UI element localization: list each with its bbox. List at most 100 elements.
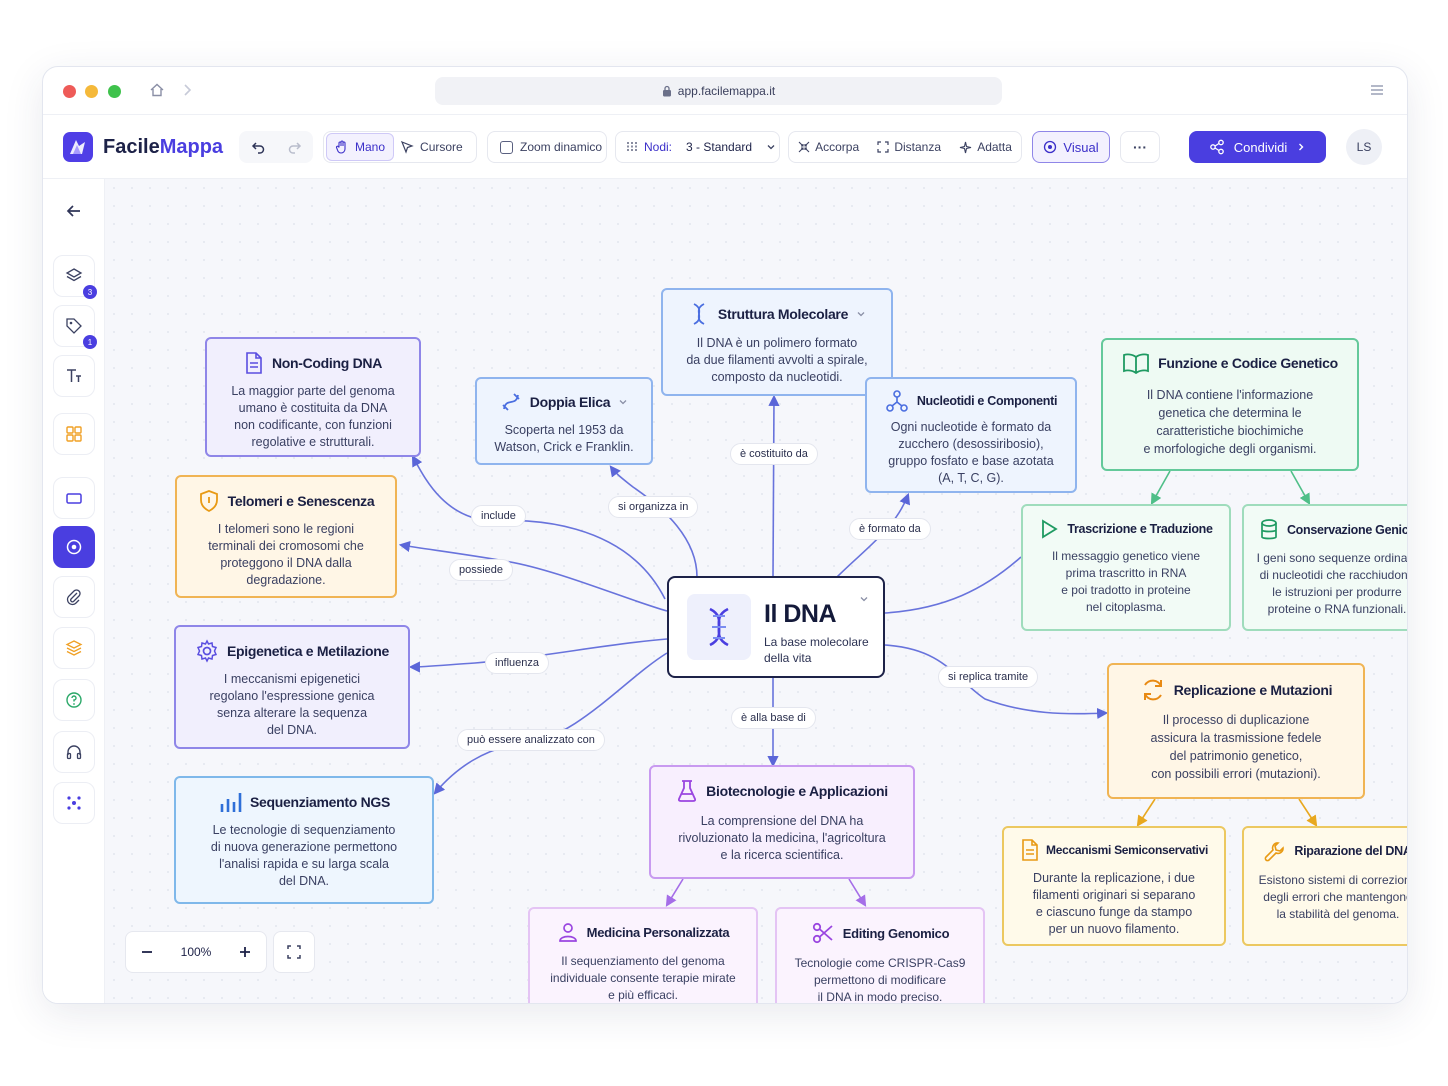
node-epigenetica[interactable]: Epigenetica e Metilazione I meccanismi e… <box>174 625 410 749</box>
link-biotec-editing <box>848 878 867 907</box>
node-trascrizione[interactable]: Trascrizione e Traduzione Il messaggio g… <box>1021 504 1231 631</box>
tag-icon <box>66 318 82 334</box>
close-window-button[interactable] <box>63 85 76 98</box>
hand-tool-button[interactable]: Mano <box>326 133 395 161</box>
zoom-in-icon[interactable] <box>238 945 252 959</box>
molecule-icon <box>886 390 908 412</box>
link-label-costituito: è costituito da <box>730 443 818 465</box>
cursor-tool-button[interactable]: Cursore <box>400 140 463 154</box>
node-riparazione[interactable]: Riparazione del DNA Esistono sistemi di … <box>1242 826 1407 946</box>
frame-button[interactable] <box>53 477 95 519</box>
link-analizzato <box>433 652 668 795</box>
visual-button[interactable]: Visual <box>1032 131 1110 163</box>
share-button[interactable]: Condividi <box>1189 131 1326 163</box>
gear-icon <box>196 639 217 663</box>
browser-titlebar: app.facilemappa.it <box>43 67 1407 115</box>
visual-icon <box>1044 140 1057 154</box>
node-conservazione[interactable]: Conservazione Genica I geni sono sequenz… <box>1242 504 1407 631</box>
node-nucleotidi[interactable]: Nucleotidi e Componenti Ogni nucleotide … <box>865 377 1077 493</box>
templates-button[interactable] <box>53 413 95 455</box>
target-icon <box>66 539 82 555</box>
wrench-icon <box>1265 842 1285 862</box>
text-button[interactable] <box>53 355 95 397</box>
dna-icon <box>687 594 751 660</box>
chevron-down-icon[interactable] <box>859 594 869 604</box>
node-funzione-codice[interactable]: Funzione e Codice Genetico Il DNA contie… <box>1101 338 1359 471</box>
back-arrow-icon[interactable] <box>64 201 84 226</box>
stack-icon <box>65 640 83 656</box>
play-icon <box>1042 519 1059 539</box>
chevron-right-icon <box>1299 143 1304 151</box>
layers-badge: 3 <box>83 285 97 299</box>
node-replicazione[interactable]: Replicazione e Mutazioni Il processo di … <box>1107 663 1365 799</box>
menu-icon[interactable] <box>1369 83 1385 102</box>
user-avatar[interactable]: LS <box>1346 129 1382 165</box>
chevron-down-icon[interactable] <box>618 397 628 407</box>
link-biotec-medicina <box>665 878 684 907</box>
link-replicazione-semi <box>1136 798 1156 827</box>
nodes-selector[interactable]: Nodi: 3 - Standard <box>615 131 780 163</box>
left-sidebar: 3 1 <box>43 179 105 1003</box>
node-medicina[interactable]: Medicina Personalizzata Il sequenziament… <box>528 907 758 1003</box>
link-include <box>411 455 666 600</box>
url-bar[interactable]: app.facilemappa.it <box>435 77 1002 105</box>
layers-button[interactable]: 3 <box>53 255 97 299</box>
layout-group: Accorpa Distanza Adatta <box>788 131 1022 163</box>
node-doppia-elica[interactable]: Doppia Elica Scoperta nel 1953 da Watson,… <box>475 377 653 465</box>
headphones-icon <box>66 745 82 760</box>
text-icon <box>67 369 81 382</box>
support-button[interactable] <box>53 731 95 773</box>
link-label-replica: si replica tramite <box>938 666 1039 688</box>
hand-icon <box>335 140 346 154</box>
help-button[interactable] <box>53 679 95 721</box>
dynamic-zoom-toggle[interactable]: Zoom dinamico <box>487 131 607 163</box>
distance-button[interactable]: Distanza <box>877 140 941 154</box>
minimize-window-button[interactable] <box>85 85 98 98</box>
fullscreen-icon <box>287 945 301 959</box>
url-text: app.facilemappa.it <box>677 84 776 98</box>
chevron-down-icon[interactable] <box>856 309 866 319</box>
center-subtitle-1: La base molecolare <box>764 635 869 649</box>
document-icon <box>246 352 262 374</box>
attachments-button[interactable] <box>53 576 95 618</box>
node-telomeri[interactable]: Telomeri e Senescenza I telomeri sono le… <box>175 475 397 598</box>
collapse-icon <box>798 141 810 153</box>
integrations-button[interactable] <box>53 782 95 824</box>
undo-icon[interactable] <box>250 139 266 155</box>
redo-icon[interactable] <box>287 139 303 155</box>
center-subtitle-2: della vita <box>764 651 812 665</box>
book-icon <box>1123 353 1150 374</box>
node-semiconservativi[interactable]: Meccanismi Semiconservativi Durante la r… <box>1002 826 1226 946</box>
helix-icon <box>502 393 520 411</box>
node-sequenziamento[interactable]: Sequenziamento NGS Le tecnologie di sequ… <box>174 776 434 904</box>
home-icon[interactable] <box>149 82 165 103</box>
checkbox-icon <box>500 140 513 154</box>
more-button[interactable]: ··· <box>1120 131 1160 163</box>
focus-button[interactable] <box>53 526 95 568</box>
shield-icon <box>199 490 218 513</box>
node-non-coding-dna[interactable]: Non-Coding DNA La maggior parte del geno… <box>205 337 421 457</box>
fit-button[interactable]: Adatta <box>959 140 1012 154</box>
node-biotecnologie[interactable]: Biotecnologie e Applicazioni La comprens… <box>649 765 915 879</box>
center-node[interactable]: Il DNA La base molecolare della vita <box>667 576 885 678</box>
tags-button[interactable]: 1 <box>53 305 97 349</box>
app-logo[interactable]: FacileMappa <box>63 131 223 163</box>
collapse-button[interactable]: Accorpa <box>798 140 859 154</box>
zoom-out-icon[interactable] <box>140 945 154 959</box>
grid-icon <box>66 426 82 442</box>
link-label-influenza: influenza <box>485 652 550 674</box>
link-organizza <box>609 465 698 578</box>
forward-icon[interactable] <box>179 82 195 103</box>
lock-icon <box>662 85 671 97</box>
app-toolbar: FacileMappa Mano Cursore Zoom dinamico N… <box>43 115 1407 179</box>
mind-map-canvas[interactable]: include si organizza in è costituito da … <box>105 179 1407 1003</box>
stack-button[interactable] <box>53 627 95 669</box>
center-title: Il DNA <box>764 600 837 628</box>
maximize-window-button[interactable] <box>108 85 121 98</box>
user-icon <box>558 923 577 942</box>
paperclip-icon <box>66 589 81 606</box>
node-editing[interactable]: Editing Genomico Tecnologie come CRISPR-… <box>775 907 985 1003</box>
node-struttura-molecolare[interactable]: Struttura Molecolare Il DNA è un polimer… <box>661 288 893 396</box>
fullscreen-button[interactable] <box>273 931 315 973</box>
app-window: app.facilemappa.it FacileMappa Mano Curs… <box>42 66 1408 1004</box>
